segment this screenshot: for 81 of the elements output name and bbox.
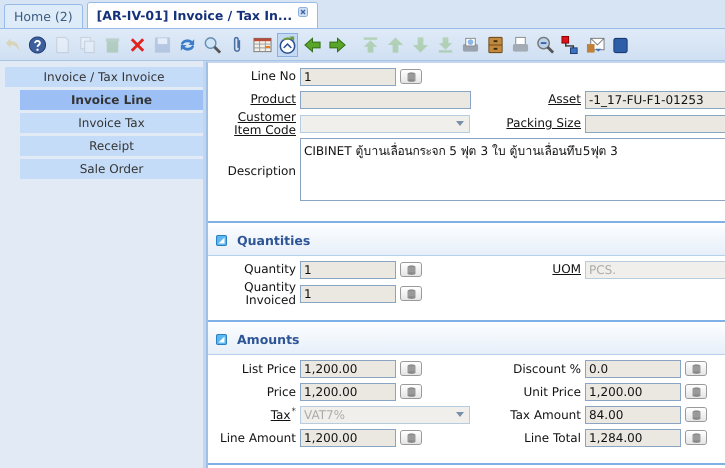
field-label: Tax Amount [510,408,581,422]
last-arrow-icon [436,34,455,54]
field-link[interactable]: Packing Size [506,117,581,130]
number-field[interactable]: 1,200.00 [585,382,681,401]
number-field[interactable]: 1 [300,284,396,303]
calculator-button[interactable] [400,69,422,84]
number-field[interactable]: 1 [300,260,396,279]
number-field[interactable]: 84.00 [585,406,681,424]
field-label: Quantity [244,263,296,276]
calculator-button[interactable] [685,430,707,446]
cylinder-icon [406,288,416,299]
field-label: Line Total [524,432,581,444]
text-field[interactable] [300,90,471,108]
field-label: Description [228,165,296,178]
section-title: Quantities [237,232,310,248]
cylinder-icon [692,410,700,420]
help-icon [28,34,47,54]
number-field[interactable]: 1,284.00 [585,428,681,447]
calculator-button[interactable] [400,384,422,400]
field-link[interactable]: Asset [548,93,581,106]
text-field[interactable]: -1_17-FU-F1-01253 [585,90,725,108]
section-header[interactable]: Amounts [208,324,725,356]
calculator-button[interactable] [685,361,707,376]
down-arrow-icon [411,34,430,54]
printer-icon [511,34,530,54]
cylinder-icon [406,432,416,443]
tab[interactable]: Home (2) [4,4,83,28]
close-icon[interactable] [298,7,308,17]
number-field[interactable]: 0.0 [585,360,681,378]
workflow-icon [561,34,580,54]
search-icon [203,34,222,54]
field-label: Line No [250,70,296,83]
copy-icon [78,34,97,54]
cabinet-icon [486,34,505,54]
up-arrow-icon [386,34,405,54]
calculator-button[interactable] [685,384,707,400]
floppy-icon [153,34,172,54]
calculator-button[interactable] [400,262,422,278]
field-label: List Price [242,362,296,376]
caret-icon [456,412,464,418]
calculator-button[interactable] [400,430,422,446]
cylinder-icon [692,432,700,443]
cylinder-icon [406,386,416,397]
collapse-icon[interactable] [216,334,227,345]
required-mark: * [292,407,296,418]
first-arrow-icon [361,34,380,54]
right-arrow-icon [328,34,347,54]
left-arrow-icon [303,34,322,54]
cylinder-icon [692,386,700,397]
calculator-button[interactable] [685,407,707,422]
text-field[interactable] [585,114,725,133]
tab[interactable]: [AR-IV-01] Invoice / Tax In... [86,2,318,28]
field-label: Price [266,386,296,398]
collapse-icon[interactable] [216,234,227,246]
calculator-button[interactable] [400,361,422,376]
cylinder-icon [692,364,700,374]
calculator-button[interactable] [400,286,422,302]
section-header[interactable]: Quantities [208,225,725,256]
number-field[interactable]: 1 [300,68,396,86]
sidebar-item[interactable]: Invoice / Tax Invoice [5,67,203,87]
field-label: Line Amount [220,432,296,444]
number-field[interactable]: 1,200.00 [300,360,396,378]
field-label: Discount % [513,362,581,376]
toolbar-button[interactable] [277,32,298,56]
number-field[interactable]: 1,200.00 [300,428,396,447]
caret-icon [456,121,464,126]
field-link[interactable]: Product [250,93,296,106]
text-area[interactable]: CIBINET ตู้บานเลื่อนกระจก 5 ฟุต 3 ใบ ตู้บานเลื่อนทึบ5ฟุต 3 [300,138,725,202]
section-title: Amounts [237,332,300,347]
zoom-icon [536,34,555,54]
cylinder-icon [406,264,416,275]
cylinder-icon [406,72,416,82]
sidebar-item[interactable]: Invoice Line [20,90,203,110]
clock-icon [278,34,297,54]
field-label: Unit Price [523,386,581,398]
sidebar-item[interactable]: Receipt [20,136,203,156]
sidebar-item[interactable]: Sale Order [20,159,203,179]
sidebar-item[interactable]: Invoice Tax [20,113,203,133]
field-label: Quantity Invoiced [243,281,296,306]
number-field[interactable]: 1,200.00 [300,382,396,401]
cylinder-icon [406,364,416,374]
